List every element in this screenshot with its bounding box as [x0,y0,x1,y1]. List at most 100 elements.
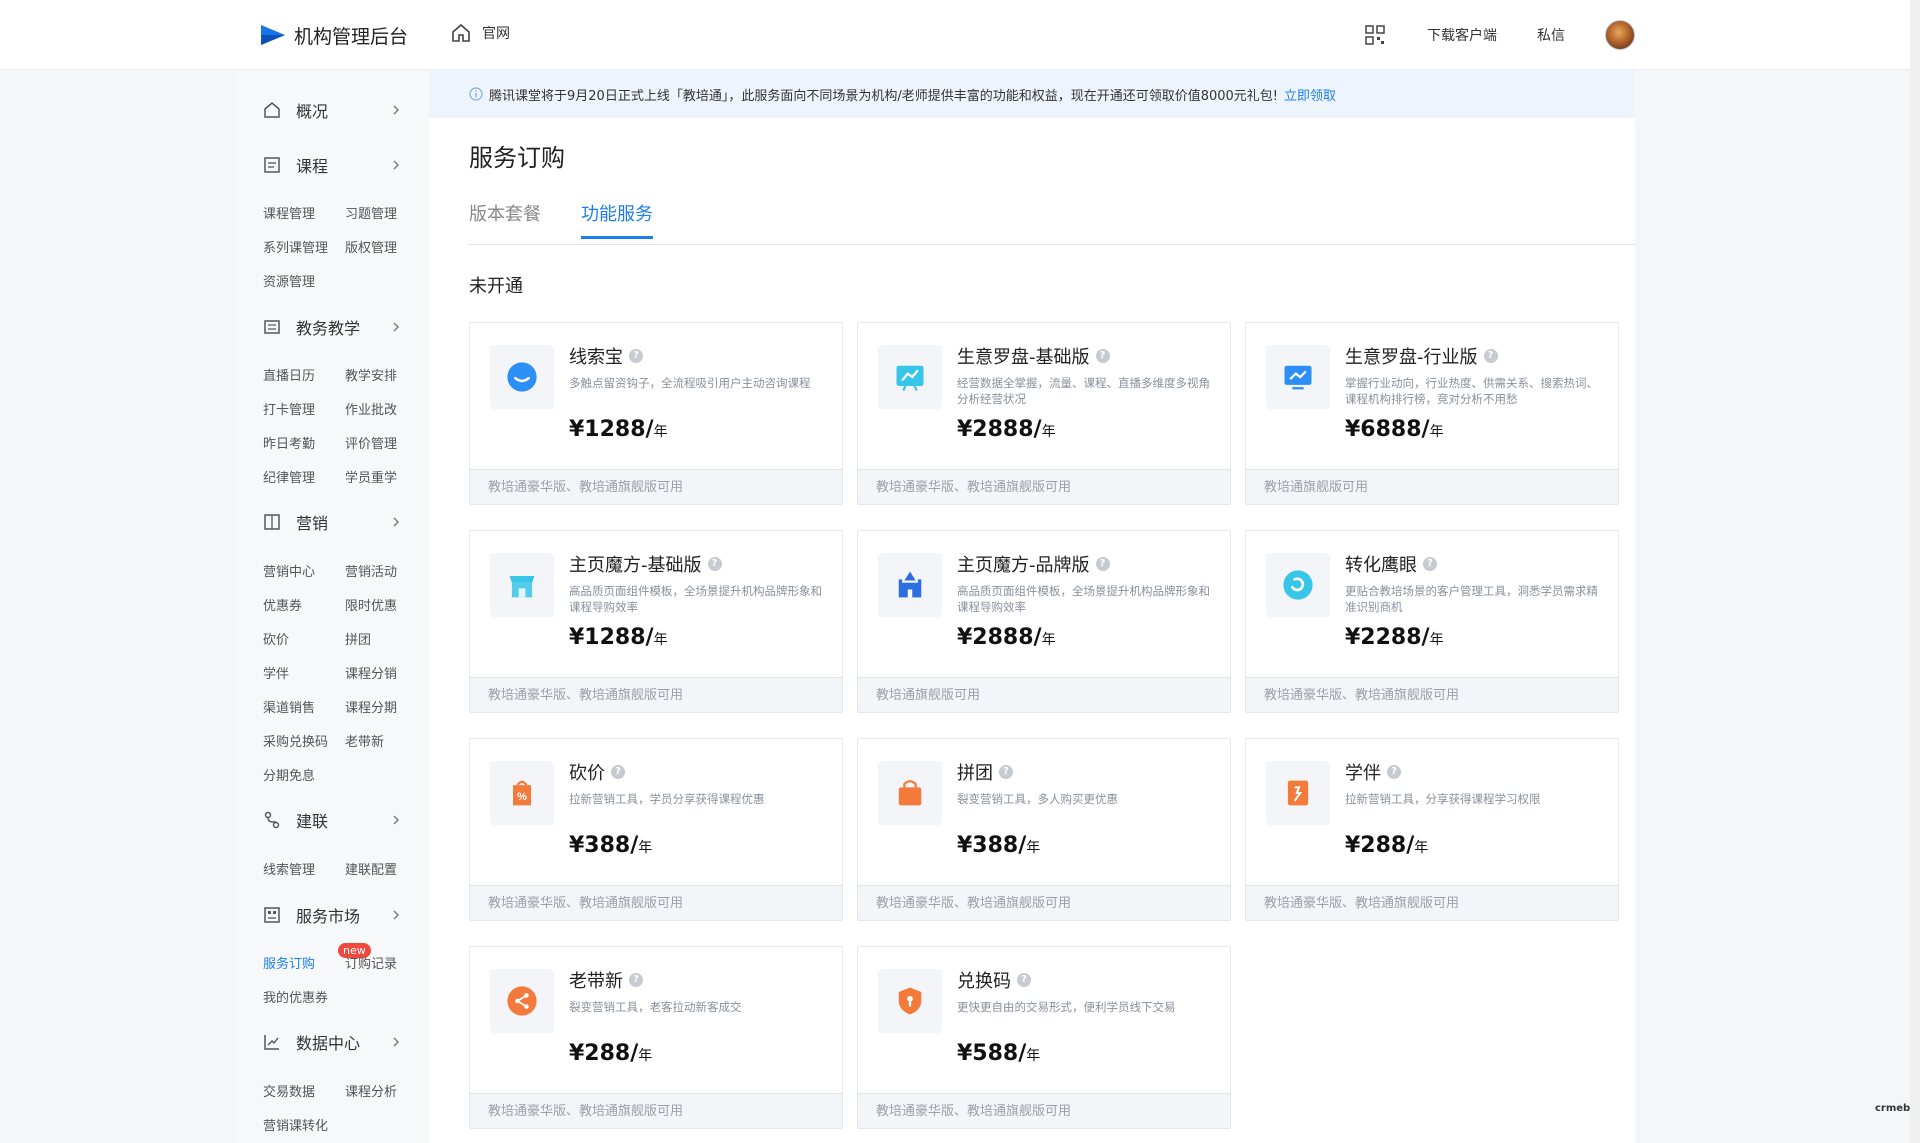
sidebar-subitem[interactable]: 渠道销售 [263,697,315,716]
sidebar-subitem[interactable]: 优惠券 [263,595,302,614]
help-icon[interactable]: ? [1095,349,1110,363]
help-icon[interactable]: ? [629,973,643,987]
sidebar-subitem[interactable]: 限时优惠 [345,595,397,614]
service-card-homepage-cube-brand[interactable]: 主页魔方-品牌版 ? 高品质页面组件模板，全场景提升机构品牌形象和课程导购效率 … [857,530,1231,713]
help-icon[interactable]: ? [1017,973,1031,987]
sidebar-subitem[interactable]: 课程分销 [345,663,397,682]
play-logo-icon [261,25,285,45]
sidebar-subitem[interactable]: 打卡管理 [263,399,315,418]
sidebar-subitem[interactable]: 交易数据 [263,1081,315,1100]
card-title-text: 主页魔方-基础版 [569,555,702,576]
sidebar-subitem[interactable]: 作业批改 [345,399,397,418]
price-tag-icon: % [513,780,531,806]
card-price-amount: ¥2288/ [1345,625,1430,650]
card-title: 兑换码 ? [957,967,1031,993]
sidebar-item-service-market[interactable]: 服务市场 [235,895,429,935]
sidebar-subitem[interactable]: 建联配置 [345,859,397,878]
chevron-right-icon [393,322,399,332]
qr-code-icon[interactable] [1365,25,1385,45]
sidebar-subitem[interactable]: 分期免息 [263,765,315,784]
service-card-conversion-eagle-eye[interactable]: 转化鹰眼 ? 更贴合教培场景的客户管理工具，洞悉学员需求精准识别商机 ¥2288… [1245,530,1619,713]
service-card-group-buy[interactable]: 拼团 ? 裂变营销工具，多人购买更优惠 ¥388/年 教培通豪华版、教培通旗舰版… [857,738,1231,921]
sidebar-subitem[interactable]: 评价管理 [345,433,397,452]
home-icon [452,23,470,42]
service-card-referral[interactable]: 老带新 ? 裂变营销工具，老客拉动新客成交 ¥288/年 教培通豪华版、教培通旗… [469,946,843,1129]
sidebar-subitem[interactable]: 系列课管理 [263,237,328,256]
sidebar-subitem[interactable]: 老带新 [345,731,384,750]
sidebar-subitem-active[interactable]: 服务订购 new [263,943,371,972]
sidebar-subitem[interactable]: 昨日考勤 [263,433,315,452]
help-icon[interactable]: ? [1387,765,1401,779]
sidebar-subitem[interactable]: 课程分期 [345,697,397,716]
service-card-redeem-code[interactable]: 兑换码 ? 更快更自由的交易形式，便利学员线下交易 ¥588/年 教培通豪华版、… [857,946,1231,1129]
help-icon[interactable]: ? [999,765,1013,779]
sidebar-subitem[interactable]: 订购记录 [345,953,397,972]
tab-feature-service[interactable]: 功能服务 [581,200,653,239]
scrollbar[interactable] [1910,0,1920,1143]
chevron-right-icon [393,910,399,920]
help-icon[interactable]: ? [611,765,625,779]
monitor-icon [1284,365,1312,390]
service-card-lead-treasure[interactable]: 线索宝 ? 多触点留资钩子，全流程吸引用户主动咨询课程 ¥1288/年 教培通豪… [469,322,843,505]
card-price-amount: ¥388/ [569,833,639,858]
notice-banner: 腾讯课堂将于9月20日正式上线「教培通」，此服务面向不同场景为机构/老师提供丰富… [429,70,1635,118]
brand[interactable]: 机构管理后台 [258,20,408,50]
help-icon[interactable]: ? [1423,557,1437,571]
sidebar-subitem[interactable]: 习题管理 [345,203,397,222]
card-price-amount: ¥2888/ [957,417,1042,442]
sidebar-item-teaching[interactable]: 教务教学 [235,307,429,347]
sidebar-item-label: 建联 [296,812,329,831]
sidebar-subitem[interactable]: 纪律管理 [263,467,315,486]
claim-now-link[interactable]: 立即领取 [1284,85,1336,104]
card-price: ¥2888/年 [957,417,1056,442]
service-card-bargain[interactable]: % 砍价 ? 拉新营销工具，学员分享获得课程优惠 ¥388/年 教培通豪华版、教… [469,738,843,921]
help-icon[interactable]: ? [1095,557,1110,571]
sidebar-subitem[interactable]: 营销中心 [263,561,315,580]
help-icon[interactable]: ? [1483,349,1498,363]
sidebar-subitem[interactable]: 教学安排 [345,365,397,384]
sidebar-item-data-center[interactable]: 数据中心 [235,1022,429,1062]
sidebar-subitem[interactable]: 营销活动 [345,561,397,580]
download-client-link[interactable]: 下载客户端 [1427,25,1497,45]
card-description: 高品质页面组件模板，全场景提升机构品牌形象和课程导购效率 [569,584,822,614]
help-icon[interactable]: ? [629,349,643,363]
watermark: crmeb [1875,1103,1911,1114]
private-message-link[interactable]: 私信 [1537,25,1565,45]
service-card-business-compass-industry[interactable]: 生意罗盘-行业版 ? 掌握行业动向，行业热度、供需关系、搜索热词、课程机构排行榜… [1245,322,1619,505]
sidebar-subitem[interactable]: 采购兑换码 [263,731,328,750]
sidebar-subitem[interactable]: 课程分析 [345,1081,397,1100]
card-price-unit: 年 [1429,632,1444,648]
sidebar-subitem[interactable]: 线索管理 [263,859,315,878]
sidebar-subitem[interactable]: 拼团 [345,629,371,648]
card-price-unit: 年 [653,632,668,648]
card-icon-box [878,345,942,409]
service-card-homepage-cube-basic[interactable]: 主页魔方-基础版 ? 高品质页面组件模板，全场景提升机构品牌形象和课程导购效率 … [469,530,843,713]
sidebar-item-overview[interactable]: 概况 [235,90,429,130]
card-price: ¥2288/年 [1345,625,1444,650]
sidebar-item-course[interactable]: 课程 [235,145,429,185]
sidebar-subitem[interactable]: 课程管理 [263,203,315,222]
card-price-unit: 年 [638,1048,653,1064]
sidebar-subitem[interactable]: 学员重学 [345,467,397,486]
sidebar-item-label: 数据中心 [296,1034,361,1053]
service-card-business-compass-basic[interactable]: 生意罗盘-基础版 ? 经营数据全掌握，流量、课程、直播多维度多视角分析经营状况 … [857,322,1231,505]
sidebar-subitem[interactable]: 砍价 [263,629,289,648]
card-price-unit: 年 [1429,424,1444,440]
card-title-text: 老带新 [569,971,623,992]
help-icon[interactable]: ? [707,557,722,571]
sidebar-subitem[interactable]: 营销课转化 [263,1115,328,1134]
sidebar-subitem[interactable]: 版权管理 [345,237,397,256]
tab-version-package[interactable]: 版本套餐 [469,200,541,236]
sidebar-subitem[interactable]: 直播日历 [263,365,315,384]
sidebar-item-marketing[interactable]: 营销 [235,502,429,542]
service-card-study-buddy[interactable]: 学伴 ? 拉新营销工具，分享获得课程学习权限 ¥288/年 教培通豪华版、教培通… [1245,738,1619,921]
sidebar-subitem[interactable]: 我的优惠券 [263,987,328,1006]
card-description: 裂变营销工具，老客拉动新客成交 [569,1000,742,1014]
card-price-amount: ¥288/ [569,1041,639,1066]
home-link[interactable]: 官网 [450,22,510,44]
sidebar-item-connect[interactable]: 建联 [235,800,429,840]
sidebar-subitem[interactable]: 资源管理 [263,271,315,290]
avatar[interactable] [1605,20,1635,50]
sidebar-subitem[interactable]: 学伴 [263,663,289,682]
card-icon-box [878,969,942,1033]
